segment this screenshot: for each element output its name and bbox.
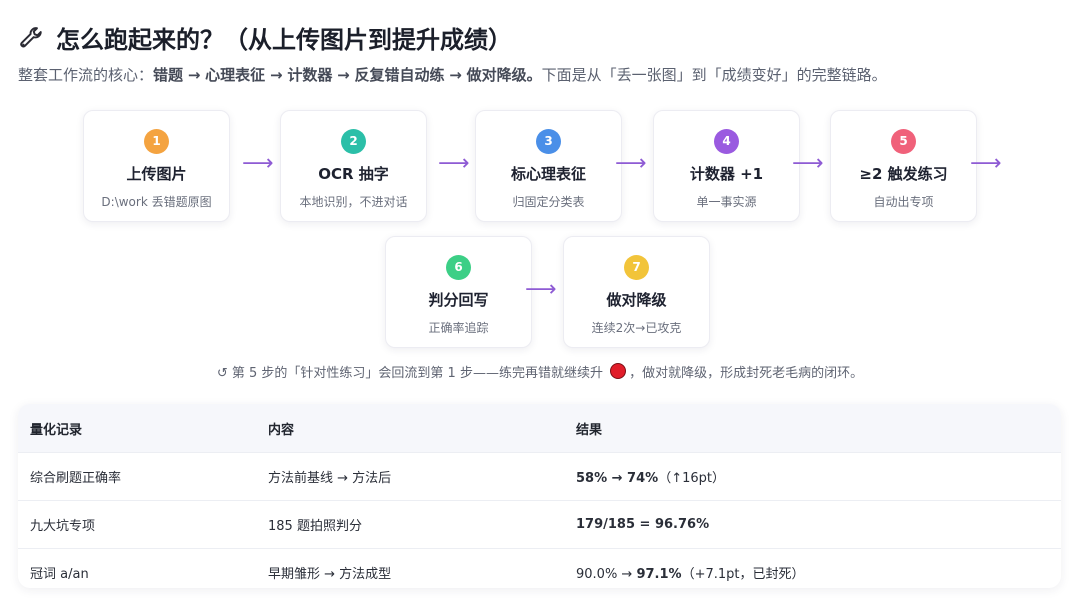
result-rest: （+7.1pt，已封死） (681, 567, 805, 582)
step-number-badge: 7 (624, 255, 649, 280)
result-pre: 90.0% → (576, 567, 637, 582)
step-number-badge: 4 (714, 129, 739, 154)
chain-item: 计数器 (287, 66, 333, 84)
step-label: 做对降级 (606, 291, 667, 309)
result-bold: 97.1% (636, 567, 682, 582)
step-label: 计数器 +1 (689, 165, 764, 183)
step-card-2: 2 OCR 抽字 本地识别，不进对话 (280, 110, 427, 222)
chain-arrow: → (337, 66, 350, 84)
cell-result: 179/185 = 96.76% (575, 500, 1061, 549)
step-desc: 本地识别，不进对话 (299, 195, 408, 209)
cell-content: 早期雏形 → 方法成型 (267, 548, 575, 588)
cell-content: 185 题拍照判分 (267, 500, 575, 549)
cell-result: 58% → 74%（↑16pt） (575, 452, 1061, 501)
intro-text: 整套工作流的核心：错题 → 心理表征 → 计数器 → 反复错自动练 → 做对降级… (18, 64, 1068, 85)
step-card-3: 3 标心理表征 归固定分类表 (475, 110, 622, 222)
result-rest: （↑16pt） (658, 471, 725, 486)
table-row: 九大坑专项 185 题拍照判分 179/185 = 96.76% (18, 500, 1061, 549)
step-number-badge: 6 (446, 255, 471, 280)
metrics-table: 量化记录 内容 结果 综合刷题正确率 方法前基线 → 方法后 58% → 74%… (18, 404, 1061, 588)
step-card-5: 5 ≥2 触发练习 自动出专项 (830, 110, 977, 222)
step-label: 上传图片 (126, 165, 187, 183)
column-header: 内容 (267, 404, 575, 453)
intro-tail: 下面是从「丢一张图」到「成绩变好」的完整链路。 (541, 66, 887, 84)
step-card-7: 7 做对降级 连续2次→已攻克 (563, 236, 710, 348)
chain-item: 做对降级。 (466, 66, 542, 84)
step-card-6: 6 判分回写 正确率追踪 (385, 236, 532, 348)
chain-item: 心理表征 (205, 66, 266, 84)
red-circle-icon (610, 363, 627, 379)
flow-arrow-icon: ⟶ (615, 151, 647, 176)
step-number-badge: 2 (341, 129, 366, 154)
flow-arrow-icon: ⟶ (438, 151, 470, 176)
step-desc: 单一事实源 (696, 195, 757, 209)
step-label: 标心理表征 (510, 165, 586, 183)
table-row: 综合刷题正确率 方法前基线 → 方法后 58% → 74%（↑16pt） (18, 452, 1061, 501)
cell-record: 九大坑专项 (18, 500, 267, 549)
cell-result: 90.0% → 97.1%（+7.1pt，已封死） (575, 548, 1061, 588)
title-text: 怎么跑起来的？（从上传图片到提升成绩） (56, 26, 512, 54)
note-suffix: ，做对就降级，形成封死老毛病的闭环。 (629, 366, 864, 381)
table-header-row: 量化记录 内容 结果 (18, 404, 1061, 453)
column-header: 结果 (575, 404, 1061, 453)
step-desc: 自动出专项 (873, 195, 934, 209)
step-desc: 连续2次→已攻克 (591, 321, 682, 335)
flow-arrow-icon: ⟶ (970, 151, 1002, 176)
column-header: 量化记录 (18, 404, 267, 453)
step-number-badge: 1 (144, 129, 169, 154)
intro-lead: 整套工作流的核心： (18, 66, 154, 84)
step-number-badge: 5 (891, 129, 916, 154)
chain-item: 错题 (153, 66, 184, 84)
step-desc: D:\work 丢错题原图 (101, 195, 212, 209)
step-label: OCR 抽字 (318, 165, 389, 183)
step-desc: 归固定分类表 (512, 195, 585, 209)
page-title: 怎么跑起来的？（从上传图片到提升成绩） (18, 20, 512, 55)
loop-note: ↺ 第 5 步的「针对性练习」会回流到第 1 步——练完再错就继续升 ，做对就降… (0, 362, 1080, 381)
table-row: 冠词 a/an 早期雏形 → 方法成型 90.0% → 97.1%（+7.1pt… (18, 548, 1061, 588)
step-label: 判分回写 (428, 291, 489, 309)
step-desc: 正确率追踪 (428, 321, 489, 335)
chain-item: 反复错自动练 (354, 66, 445, 84)
chain-arrow: → (449, 66, 462, 84)
flow-arrow-icon: ⟶ (525, 277, 557, 302)
wrench-icon (20, 26, 42, 47)
cell-record: 冠词 a/an (18, 548, 267, 588)
flow-arrow-icon: ⟶ (792, 151, 824, 176)
note-prefix: ↺ 第 5 步的「针对性练习」会回流到第 1 步——练完再错就继续升 (216, 366, 603, 381)
chain-arrow: → (269, 66, 283, 84)
cell-record: 综合刷题正确率 (18, 452, 267, 501)
step-card-4: 4 计数器 +1 单一事实源 (653, 110, 800, 222)
result-bold: 179/185 = 96.76% (576, 517, 710, 532)
chain-arrow: → (187, 66, 201, 84)
step-label: ≥2 触发练习 (859, 165, 948, 183)
flow-arrow-icon: ⟶ (242, 151, 274, 176)
step-number-badge: 3 (536, 129, 561, 154)
result-bold: 58% → 74% (576, 471, 659, 486)
step-card-1: 1 上传图片 D:\work 丢错题原图 (83, 110, 230, 222)
cell-content: 方法前基线 → 方法后 (267, 452, 575, 501)
